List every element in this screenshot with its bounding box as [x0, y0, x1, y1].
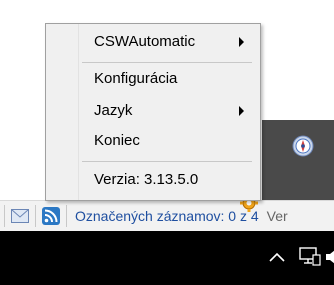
volume-icon[interactable]	[326, 245, 334, 269]
version-label: Verzia: 3.13.5.0	[94, 171, 199, 188]
menu-separator	[82, 62, 252, 63]
menu-item-label: Konfigurácia	[94, 70, 178, 87]
status-separator	[66, 205, 67, 227]
menu-item-label: Koniec	[94, 132, 140, 149]
menu-item-label: Jazyk	[94, 102, 133, 119]
menu-item-jazyk[interactable]: Jazyk	[48, 98, 256, 124]
status-separator	[35, 205, 36, 227]
submenu-arrow-icon	[239, 37, 244, 47]
tray-context-menu: CSWAutomatic Konfigurácia Jazyk Koniec V…	[45, 23, 261, 201]
menu-separator	[82, 161, 252, 162]
menu-item-label: CSWAutomatic	[94, 33, 196, 50]
menu-item-verzia: Verzia: 3.13.5.0	[48, 167, 256, 193]
menu-item-konfiguracia[interactable]: Konfigurácia	[48, 66, 256, 92]
status-bar: Označených záznamov: 0 z 4 Ver	[0, 200, 334, 231]
mail-icon[interactable]	[9, 205, 31, 227]
menu-item-cswautomatic[interactable]: CSWAutomatic	[48, 29, 256, 55]
rss-feed-icon[interactable]	[40, 205, 62, 227]
status-separator	[4, 205, 5, 227]
navigation-compass-icon[interactable]	[291, 134, 315, 158]
network-icon[interactable]	[298, 245, 322, 269]
dark-side-panel	[262, 120, 334, 200]
chevron-up-icon[interactable]	[266, 246, 288, 268]
submenu-arrow-icon	[239, 106, 244, 116]
version-status-truncated: Ver	[266, 208, 288, 224]
menu-item-koniec[interactable]: Koniec	[48, 128, 256, 154]
selected-records-status: Označených záznamov: 0 z 4	[75, 208, 259, 224]
